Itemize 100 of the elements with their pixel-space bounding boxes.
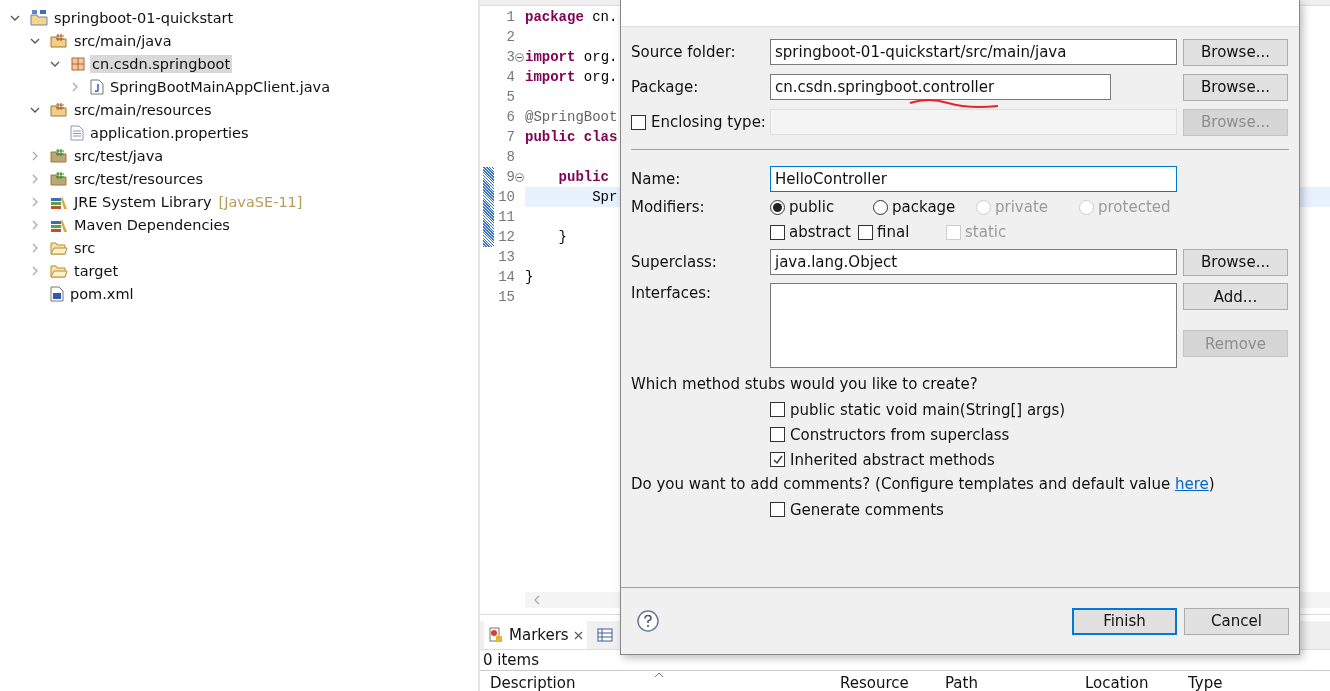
source-folder-icon (50, 147, 68, 164)
checkbox[interactable] (770, 427, 785, 442)
line-number: 10 (497, 189, 515, 205)
radio-label: private (995, 198, 1049, 216)
line-number: 13 (497, 249, 515, 265)
cancel-button[interactable]: Cancel (1184, 607, 1289, 635)
field-label: Superclass: (631, 253, 718, 271)
browse-button[interactable]: Browse... (1183, 248, 1288, 276)
sort-caret-icon (654, 672, 664, 678)
line-number: 1 (505, 9, 515, 25)
code-line: Spr (591, 188, 618, 207)
tree-item[interactable]: src/main/java (72, 31, 174, 50)
fold-icon[interactable] (515, 172, 524, 182)
templates-link[interactable]: here (1175, 475, 1209, 493)
browse-button[interactable]: Browse... (1183, 38, 1288, 66)
code-line: public clas (525, 128, 618, 147)
checkbox[interactable] (858, 224, 873, 240)
tree-item[interactable]: src (72, 238, 98, 257)
enclosing-type-field[interactable] (770, 109, 1177, 135)
stubs-question: Which method stubs would you like to create? (631, 375, 979, 393)
library-version: [JavaSE-11] (218, 193, 303, 210)
radio-label: package (892, 198, 956, 216)
line-number: 5 (505, 89, 515, 105)
line-number: 9 (505, 169, 515, 185)
checkbox-label: Generate comments (790, 500, 944, 519)
item-count: 0 items (482, 650, 539, 670)
field-label: Source folder: (631, 43, 737, 61)
markers-tab[interactable]: Markers (484, 621, 587, 649)
radio-button[interactable] (770, 199, 785, 215)
source-folder-icon (50, 32, 68, 49)
column-header[interactable]: Resource (840, 674, 909, 691)
package-icon (70, 55, 86, 72)
code-line: import org. (525, 68, 618, 87)
table-icon[interactable] (596, 627, 613, 643)
radio-label: protected (1098, 198, 1171, 216)
column-header[interactable]: Location (1085, 674, 1149, 691)
checkbox[interactable] (631, 114, 646, 130)
markers-icon (488, 627, 504, 643)
package-field[interactable]: cn.csdn.springboot.controller (770, 74, 1111, 100)
tree-item[interactable]: Maven Dependencies (72, 215, 232, 234)
checkbox[interactable] (770, 224, 785, 240)
add-button[interactable]: Add... (1183, 283, 1288, 310)
finish-button[interactable]: Finish (1072, 607, 1177, 635)
radio-button[interactable] (873, 199, 888, 215)
code-line: package cn. (525, 8, 618, 27)
superclass-field[interactable]: java.lang.Object (770, 249, 1177, 275)
source-folder-icon (50, 170, 68, 187)
line-number: 4 (505, 69, 515, 85)
line-number: 12 (497, 229, 515, 245)
tree-item[interactable]: pom.xml (68, 284, 136, 303)
checkbox[interactable] (770, 402, 785, 417)
checkbox-label: Enclosing type: (651, 113, 766, 131)
tree-item[interactable]: src/main/resources (72, 100, 214, 119)
source-folder-icon (50, 101, 68, 118)
column-header[interactable]: Description (490, 674, 576, 691)
code-line: import org. (525, 48, 618, 67)
help-icon[interactable] (637, 610, 659, 632)
line-number: 15 (497, 289, 515, 305)
checkbox-label: Inherited abstract methods (790, 450, 995, 469)
java-file-icon (90, 78, 104, 95)
interfaces-list[interactable] (770, 283, 1177, 368)
checkbox-label: final (877, 223, 910, 241)
tree-item[interactable]: springboot-01-quickstart (52, 8, 236, 27)
fold-icon[interactable] (515, 52, 524, 62)
source-folder-field[interactable]: springboot-01-quickstart/src/main/java (770, 39, 1177, 65)
close-icon[interactable] (573, 630, 583, 640)
radio-label: public (789, 198, 835, 216)
tree-item[interactable]: cn.csdn.springboot (90, 54, 233, 73)
tree-item[interactable]: application.properties (88, 123, 251, 142)
field-label: Interfaces: (631, 284, 713, 302)
maven-file-icon (50, 285, 64, 302)
folder-icon (50, 239, 68, 256)
line-number: 6 (505, 109, 515, 125)
folder-icon (50, 262, 68, 279)
tree-item[interactable]: src/test/java (72, 146, 166, 165)
tree-item[interactable]: target (72, 261, 121, 280)
code-line: public (557, 168, 609, 187)
line-number: 7 (505, 129, 515, 145)
checkbox-label: public static void main(String[] args) (790, 400, 1066, 419)
tree-item[interactable]: SpringBootMainAppClient.java (108, 77, 333, 96)
name-field[interactable]: HelloController (770, 166, 1177, 192)
column-header[interactable]: Type (1188, 674, 1223, 691)
column-header[interactable]: Path (945, 674, 978, 691)
comments-question: Do you want to add comments? (Configure templates and default value here) (631, 474, 1216, 495)
line-number: 2 (505, 29, 515, 45)
field-label: Modifiers: (631, 198, 706, 216)
checkbox[interactable] (770, 502, 785, 517)
line-number: 11 (497, 209, 515, 225)
code-line: } (557, 228, 567, 247)
tree-item[interactable]: src/test/resources (72, 169, 206, 188)
line-number: 14 (497, 269, 515, 285)
checkbox[interactable] (770, 452, 785, 467)
line-number: 3 (505, 49, 515, 65)
checkbox-label: Constructors from superclass (790, 425, 1010, 444)
checkbox-label: static (965, 223, 1007, 241)
tree-item[interactable]: JRE System Library (72, 192, 214, 211)
browse-button[interactable]: Browse... (1183, 73, 1288, 101)
checkbox-label: abstract (789, 223, 851, 241)
project-folder-icon (30, 9, 48, 26)
field-label: Package: (631, 78, 700, 96)
